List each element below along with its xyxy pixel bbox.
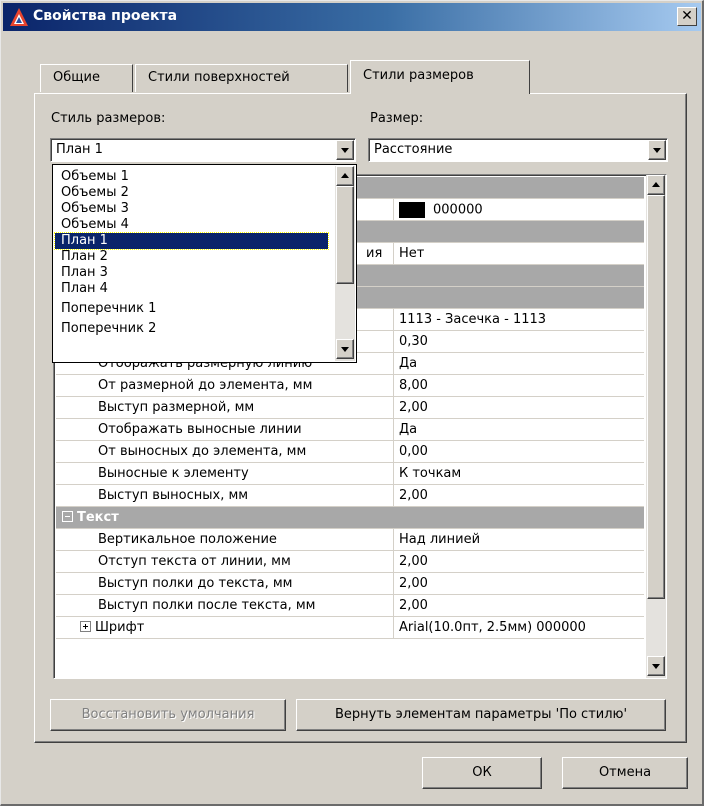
scroll-down-button[interactable] <box>647 656 665 676</box>
property-name: Вертикальное положение <box>98 532 277 547</box>
chevron-down-icon <box>341 148 349 153</box>
close-button[interactable]: ✕ <box>677 7 697 26</box>
collapse-icon[interactable] <box>62 511 73 522</box>
tab-general[interactable]: Общие <box>40 64 133 92</box>
property-row[interactable]: Выступ полки до текста, мм 2,00 <box>56 573 644 595</box>
list-item[interactable]: Объемы 2 <box>55 185 328 201</box>
list-item[interactable]: План 4 <box>55 281 328 297</box>
color-value: 000000 <box>433 202 483 218</box>
chevron-down-icon <box>652 664 660 669</box>
list-item[interactable]: План 3 <box>55 265 328 281</box>
property-value[interactable]: Нет <box>393 243 644 265</box>
list-item[interactable]: Поперечник 2 <box>55 321 328 337</box>
property-name: От размерной до элемента, мм <box>98 378 313 393</box>
property-row[interactable]: Выступ размерной, мм 2,00 <box>56 397 644 419</box>
list-item-selected[interactable]: План 1 <box>54 232 329 250</box>
reset-to-style-button[interactable]: Вернуть элементам параметры 'По стилю' <box>296 699 666 731</box>
property-value[interactable]: Да <box>393 419 644 441</box>
scroll-thumb[interactable] <box>647 195 665 599</box>
property-name: Выступ размерной, мм <box>98 400 255 415</box>
property-row[interactable]: От размерной до элемента, мм 8,00 <box>56 375 644 397</box>
dialog-title: Свойства проекта <box>33 8 178 24</box>
dimension-style-label: Стиль размеров: <box>51 111 166 126</box>
property-name: Выносные к элементу <box>98 466 249 481</box>
app-logo-icon <box>10 8 28 26</box>
category-label: Текст <box>77 510 119 525</box>
property-row[interactable]: От выносных до элемента, мм 0,00 <box>56 441 644 463</box>
restore-defaults-button[interactable]: Восстановить умолчания <box>50 699 286 731</box>
property-value[interactable]: К точкам <box>393 463 644 485</box>
close-icon: ✕ <box>681 8 693 24</box>
property-value[interactable]: Arial(10.0пт, 2.5мм) 000000 <box>393 617 644 639</box>
list-item[interactable]: Поперечник 1 <box>55 301 328 317</box>
size-label: Размер: <box>370 111 424 126</box>
property-row[interactable]: Выносные к элементу К точкам <box>56 463 644 485</box>
property-row[interactable]: Вертикальное положение Над линией <box>56 529 644 551</box>
dimension-style-value: План 1 <box>56 142 103 157</box>
ok-button[interactable]: ОК <box>422 757 542 789</box>
color-swatch <box>399 202 425 218</box>
property-name: Отступ текста от линии, мм <box>98 554 291 569</box>
tab-dimension-styles-label: Стили размеров <box>363 68 474 83</box>
property-name: Выступ выносных, мм <box>98 488 249 503</box>
list-item[interactable]: План 2 <box>55 249 328 265</box>
scroll-up-button[interactable] <box>336 166 354 186</box>
list-scrollbar[interactable] <box>335 166 355 361</box>
property-value[interactable]: 2,00 <box>393 485 644 507</box>
property-name: Отображать выносные линии <box>98 422 302 437</box>
scroll-up-button[interactable] <box>647 175 665 195</box>
property-value[interactable]: 8,00 <box>393 375 644 397</box>
property-row[interactable]: Отступ текста от линии, мм 2,00 <box>56 551 644 573</box>
property-name: Выступ полки до текста, мм <box>98 576 293 591</box>
grid-scrollbar[interactable] <box>646 175 666 678</box>
property-value[interactable]: 0,30 <box>393 331 644 353</box>
chevron-up-icon <box>652 182 660 187</box>
chevron-up-icon <box>341 173 349 178</box>
property-row[interactable]: Отображать выносные линии Да <box>56 419 644 441</box>
title-bar[interactable]: Свойства проекта ✕ <box>3 3 701 31</box>
project-properties-dialog: Свойства проекта ✕ Общие Стили поверхнос… <box>0 0 704 806</box>
dimension-style-select[interactable]: План 1 <box>50 138 356 162</box>
property-value[interactable]: 000000 <box>393 199 644 221</box>
property-row[interactable]: Выступ полки после текста, мм 2,00 <box>56 595 644 617</box>
property-value[interactable]: 2,00 <box>393 551 644 573</box>
tab-surface-styles-label: Стили поверхностей <box>148 70 290 85</box>
property-name: Выступ полки после текста, мм <box>98 598 316 613</box>
property-name: Шрифт <box>95 620 145 635</box>
property-value[interactable]: 0,00 <box>393 441 644 463</box>
tab-dimension-styles[interactable]: Стили размеров <box>350 60 530 94</box>
chevron-down-icon <box>653 148 661 153</box>
property-value[interactable]: 2,00 <box>393 573 644 595</box>
property-value[interactable]: 2,00 <box>393 397 644 419</box>
property-value[interactable]: 2,00 <box>393 595 644 617</box>
category-row-text[interactable]: Текст <box>56 507 644 529</box>
property-row[interactable]: Выступ выносных, мм 2,00 <box>56 485 644 507</box>
chevron-down-icon <box>341 347 349 352</box>
list-item[interactable]: Объемы 1 <box>55 169 328 185</box>
scroll-down-button[interactable] <box>336 339 354 359</box>
scroll-thumb[interactable] <box>336 186 354 284</box>
size-value: Расстояние <box>374 142 453 157</box>
size-select[interactable]: Расстояние <box>368 138 668 162</box>
tab-general-label: Общие <box>53 70 100 85</box>
property-value[interactable]: Да <box>393 353 644 375</box>
property-name: ия <box>366 246 383 261</box>
property-value[interactable]: Над линией <box>393 529 644 551</box>
list-item[interactable]: Объемы 3 <box>55 201 328 217</box>
tab-surface-styles[interactable]: Стили поверхностей <box>135 64 348 92</box>
property-row-font[interactable]: Шрифт Arial(10.0пт, 2.5мм) 000000 <box>56 617 644 639</box>
property-value[interactable]: 1113 - Засечка - 1113 <box>393 309 644 331</box>
expand-icon[interactable] <box>80 621 91 632</box>
list-item[interactable]: Объемы 4 <box>55 217 328 233</box>
cancel-button[interactable]: Отмена <box>562 757 688 789</box>
property-name: От выносных до элемента, мм <box>98 444 307 459</box>
dimension-style-dropdown-button[interactable] <box>336 140 354 160</box>
dimension-style-list[interactable]: Объемы 1 Объемы 2 Объемы 3 Объемы 4 План… <box>52 164 357 363</box>
size-dropdown-button[interactable] <box>648 140 666 160</box>
